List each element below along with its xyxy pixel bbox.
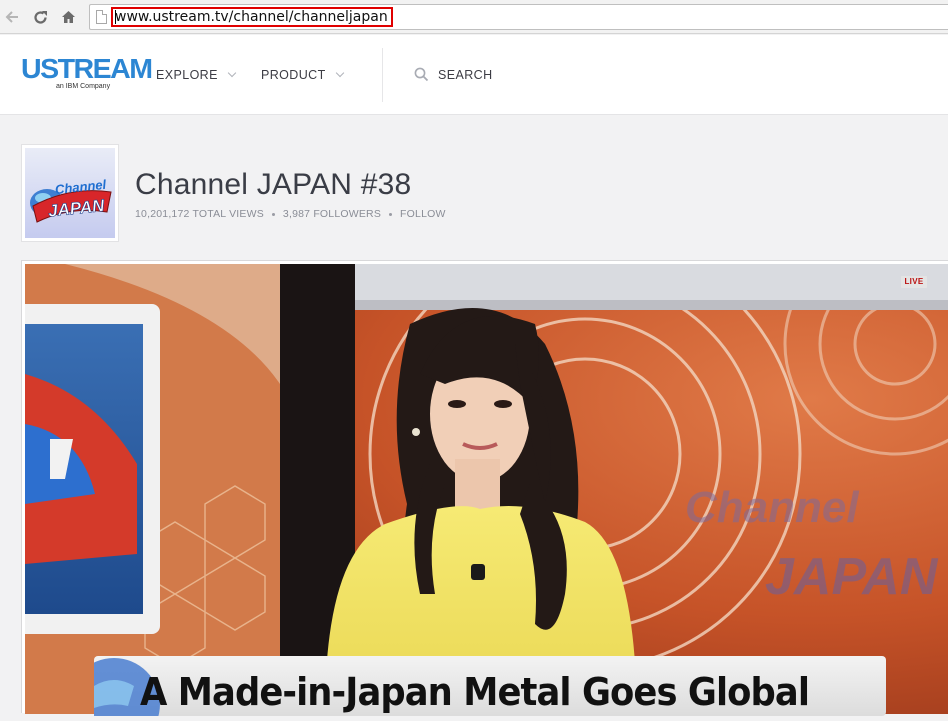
live-badge: LIVE (901, 276, 927, 288)
nav-explore[interactable]: EXPLORE (156, 68, 237, 82)
back-icon[interactable] (2, 7, 22, 27)
video-caption-text: A Made-in-Japan Metal Goes Global (140, 670, 810, 714)
svg-text:JAPAN: JAPAN (765, 548, 939, 606)
address-bar[interactable]: www.ustream.tv/channel/channeljapan (89, 4, 948, 30)
chevron-down-icon (227, 68, 237, 78)
followers-count: 3,987 FOLLOWERS (282, 208, 382, 220)
channel-avatar[interactable]: Channel JAPAN (21, 144, 119, 242)
page-icon (96, 10, 107, 24)
separator-dot (271, 212, 275, 216)
browser-toolbar: www.ustream.tv/channel/channeljapan (0, 0, 948, 34)
channel-stats: 10,201,172 TOTAL VIEWS 3,987 FOLLOWERS F… (135, 208, 446, 220)
nav-product-label: PRODUCT (261, 68, 326, 82)
nav-explore-label: EXPLORE (156, 68, 218, 82)
svg-text:Channel: Channel (685, 483, 859, 532)
search-icon (414, 67, 429, 82)
video-player[interactable]: Channel JAPAN (21, 260, 948, 714)
chevron-down-icon (335, 68, 344, 78)
logo-tagline: an IBM Company (56, 83, 111, 90)
logo-wordmark: USTREAM (21, 53, 153, 84)
ustream-logo[interactable]: USTREAM an IBM Company (21, 53, 153, 91)
total-views: 10,201,172 TOTAL VIEWS (135, 208, 264, 220)
nav-divider (382, 48, 383, 102)
studio-scene: Channel JAPAN (25, 264, 948, 714)
reload-icon[interactable] (30, 7, 50, 27)
site-header: USTREAM an IBM Company EXPLORE PRODUCT S… (0, 35, 948, 115)
separator-dot (389, 212, 393, 216)
video-frame[interactable]: Channel JAPAN (25, 264, 948, 714)
nav-product[interactable]: PRODUCT (261, 68, 344, 82)
search-button[interactable]: SEARCH (414, 67, 493, 82)
channel-japan-logo: Channel JAPAN (30, 177, 112, 223)
search-label: SEARCH (438, 67, 493, 82)
home-icon[interactable] (58, 7, 78, 27)
channel-title: Channel JAPAN #38 (135, 168, 412, 201)
url-text[interactable]: www.ustream.tv/channel/channeljapan (111, 7, 393, 27)
follow-link[interactable]: FOLLOW (400, 208, 446, 220)
